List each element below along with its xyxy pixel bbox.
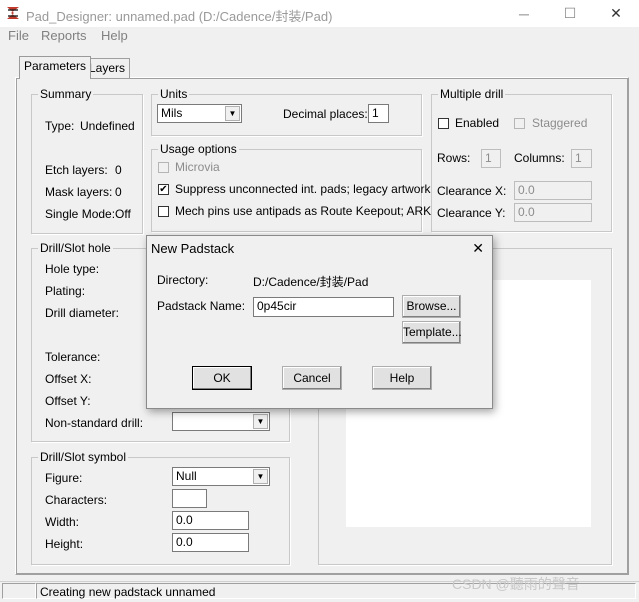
chevron-down-icon[interactable]: ▼ [253, 414, 268, 429]
etch-layers-value: 0 [115, 163, 122, 177]
pad-designer-logo-icon [7, 7, 19, 19]
drill-slot-symbol-legend: Drill/Slot symbol [38, 450, 129, 464]
watermark-text: CSDN @聽雨的聲音 [452, 576, 580, 592]
offset-y-label: Offset Y: [45, 394, 91, 408]
units-legend: Units [158, 87, 190, 101]
clearance-y-input[interactable]: 0.0 [514, 203, 592, 222]
summary-legend: Summary [38, 87, 94, 101]
close-window-button[interactable]: ✕ [593, 0, 639, 27]
dialog-close-button[interactable]: ✕ [472, 240, 484, 257]
rows-label: Rows: [437, 151, 471, 165]
multiple-drill-legend: Multiple drill [438, 87, 506, 101]
plating-label: Plating: [45, 284, 86, 298]
minimize-button[interactable]: ─ [501, 0, 547, 27]
single-mode-value: Off [115, 207, 131, 221]
units-select[interactable]: Mils ▼ [157, 104, 242, 123]
clearance-x-label: Clearance X: [437, 184, 507, 198]
tab-parameters[interactable]: Parameters [19, 56, 92, 79]
hole-type-label: Hole type: [45, 262, 100, 276]
rows-input[interactable]: 1 [481, 149, 501, 168]
menu-bar [0, 27, 639, 47]
enabled-label: Enabled [455, 116, 500, 130]
columns-label: Columns: [514, 151, 565, 165]
characters-label: Characters: [45, 493, 108, 507]
dialog-title: New Padstack [151, 241, 235, 256]
mask-layers-label: Mask layers: [45, 185, 113, 199]
width-label: Width: [45, 515, 80, 529]
mask-layers-value: 0 [115, 185, 122, 199]
width-input[interactable]: 0.0 [172, 511, 249, 530]
microvia-checkbox[interactable] [158, 162, 169, 173]
status-text: Creating new padstack unnamed [40, 585, 216, 599]
mech-pins-checkbox[interactable] [158, 206, 169, 217]
decimal-places-input[interactable]: 1 [368, 104, 389, 123]
mech-pins-label: Mech pins use antipads as Route Keepout;… [175, 204, 432, 218]
ok-button[interactable]: OK [192, 366, 252, 390]
close-icon: ✕ [472, 240, 484, 256]
units-value: Mils [161, 106, 183, 120]
height-label: Height: [45, 537, 84, 551]
figure-label: Figure: [45, 471, 83, 485]
microvia-label: Microvia [175, 160, 220, 174]
chevron-down-icon[interactable]: ▼ [225, 106, 240, 121]
window-title: Pad_Designer: unnamed.pad (D:/Cadence/封装… [26, 9, 333, 24]
figure-value: Null [176, 469, 197, 483]
type-label: Type: [45, 119, 75, 133]
characters-input[interactable] [172, 489, 207, 508]
suppress-unconnected-label: Suppress unconnected int. pads; legacy a… [175, 182, 431, 196]
staggered-label: Staggered [532, 116, 588, 130]
offset-x-label: Offset X: [45, 372, 92, 386]
template-button[interactable]: Template... [402, 321, 462, 344]
check-icon: ✔ [159, 184, 168, 195]
menu-reports[interactable]: Reports [41, 28, 87, 43]
browse-button[interactable]: Browse... [402, 295, 461, 318]
close-icon: ✕ [610, 5, 622, 21]
directory-label: Directory: [157, 273, 209, 287]
non-standard-drill-label: Non-standard drill: [45, 416, 144, 430]
usage-options-legend: Usage options [158, 142, 239, 156]
type-value: Undefined [80, 119, 135, 133]
staggered-checkbox[interactable] [514, 118, 525, 129]
clearance-x-input[interactable]: 0.0 [514, 181, 592, 200]
decimal-places-label: Decimal places: [283, 107, 368, 121]
maximize-button[interactable]: ☐ [547, 0, 593, 27]
single-mode-label: Single Mode: [45, 207, 116, 221]
menu-help[interactable]: Help [101, 28, 128, 43]
cancel-button[interactable]: Cancel [282, 366, 342, 390]
chevron-down-icon[interactable]: ▼ [253, 469, 268, 484]
padstack-name-input[interactable]: 0p45cir [253, 297, 394, 317]
drill-slot-hole-legend: Drill/Slot hole [38, 241, 113, 255]
columns-input[interactable]: 1 [571, 149, 592, 168]
enabled-checkbox[interactable] [438, 118, 449, 129]
maximize-icon: ☐ [563, 5, 577, 21]
tolerance-label: Tolerance: [45, 350, 101, 364]
new-padstack-dialog: New Padstack ✕ Directory: D:/Cadence/封装/… [146, 235, 493, 409]
menu-file[interactable]: File [8, 28, 29, 43]
figure-select[interactable]: Null ▼ [172, 467, 270, 486]
minimize-icon: ─ [519, 5, 529, 22]
non-standard-drill-select[interactable]: ▼ [172, 412, 270, 431]
etch-layers-label: Etch layers: [45, 163, 108, 177]
padstack-name-label: Padstack Name: [157, 299, 246, 313]
status-cell-left [2, 583, 36, 599]
directory-value: D:/Cadence/封装/Pad [253, 275, 369, 289]
help-button[interactable]: Help [372, 366, 432, 390]
drill-diameter-label: Drill diameter: [45, 306, 120, 320]
clearance-y-label: Clearance Y: [437, 206, 506, 220]
suppress-unconnected-checkbox[interactable]: ✔ [158, 184, 169, 195]
height-input[interactable]: 0.0 [172, 533, 249, 552]
